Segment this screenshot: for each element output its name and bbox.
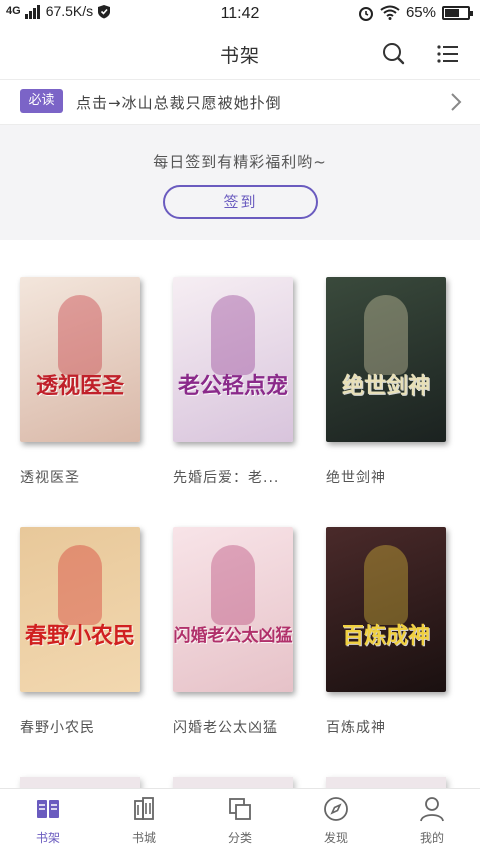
cover-figure <box>364 545 408 625</box>
signin-button[interactable]: 签到 <box>163 185 318 219</box>
book-cover-partial[interactable] <box>326 777 446 788</box>
bookshelf-icon <box>37 800 59 818</box>
bookshelf-grid: 透视医圣 透视医圣 老公轻点宠 先婚后爱：老... 绝世剑神 绝世剑神 春野小农民 春野小农民… <box>0 240 480 788</box>
signin-prompt: 每日签到有精彩福利哟~ <box>153 153 327 171</box>
cover-title: 百炼成神 <box>341 623 430 649</box>
tab-label: 发现 <box>323 831 348 845</box>
chevron-right-icon <box>451 93 462 111</box>
book-cover: 闪婚老公太凶猛 <box>173 527 293 692</box>
cover-figure <box>211 295 255 375</box>
book-cover-partial[interactable] <box>20 777 140 788</box>
book-cover: 绝世剑神 <box>326 277 446 442</box>
tab-discover[interactable]: 发现 <box>296 789 376 853</box>
book-title: 闪婚老公太凶猛 <box>173 720 278 736</box>
book-title: 百炼成神 <box>326 720 386 736</box>
bottom-tab-bar: 书架 书城 分类 发现 我的 <box>0 788 480 853</box>
cover-title: 老公轻点宠 <box>177 373 288 399</box>
notice-bar[interactable]: 必读 点击→冰山总裁只愿被她扑倒 <box>0 80 480 124</box>
cover-figure <box>211 545 255 625</box>
tab-label: 分类 <box>227 831 252 845</box>
book-title: 绝世剑神 <box>326 470 386 486</box>
alarm-icon <box>358 6 373 21</box>
signin-panel: 每日签到有精彩福利哟~ 签到 <box>0 124 480 240</box>
search-button[interactable] <box>380 40 408 68</box>
cover-title: 闪婚老公太凶猛 <box>173 626 293 646</box>
search-icon <box>383 43 405 65</box>
menu-button[interactable] <box>434 40 462 68</box>
tab-bookshelf[interactable]: 书架 <box>8 789 88 853</box>
status-bar: 4G 67.5K/s 11:42 65% <box>0 0 480 28</box>
book-cover: 春野小农民 <box>20 527 140 692</box>
cover-figure <box>58 295 102 375</box>
status-right: 65% <box>358 4 473 21</box>
list-menu-icon <box>437 45 458 63</box>
compass-icon <box>324 797 348 821</box>
bookstore-icon <box>134 797 154 820</box>
cover-title: 绝世剑神 <box>341 373 430 399</box>
book-cover-partial[interactable] <box>173 777 293 788</box>
category-icon <box>229 798 251 820</box>
battery-percent: 65% <box>405 4 436 21</box>
tab-label: 书架 <box>35 831 60 845</box>
book-title: 先婚后爱：老... <box>173 470 280 486</box>
book-title: 透视医圣 <box>20 470 80 486</box>
cover-title: 透视医圣 <box>35 373 124 399</box>
book-title: 春野小农民 <box>20 720 95 736</box>
tab-bookstore[interactable]: 书城 <box>104 789 184 853</box>
tab-profile[interactable]: 我的 <box>392 789 472 853</box>
book-cover: 百炼成神 <box>326 527 446 692</box>
profile-icon <box>420 797 444 822</box>
wifi-icon <box>380 5 400 20</box>
tab-category[interactable]: 分类 <box>200 789 280 853</box>
notice-text: 点击→冰山总裁只愿被她扑倒 <box>76 94 282 112</box>
tab-label: 我的 <box>419 831 444 845</box>
page-title: 书架 <box>219 45 260 67</box>
battery-icon <box>442 5 473 20</box>
tab-label: 书城 <box>131 831 156 845</box>
cover-figure <box>58 545 102 625</box>
app-header: 书架 <box>0 28 480 80</box>
book-cover: 透视医圣 <box>20 277 140 442</box>
cover-figure <box>364 295 408 375</box>
cover-title: 春野小农民 <box>24 623 135 649</box>
must-read-badge: 必读 <box>20 89 63 113</box>
book-cover: 老公轻点宠 <box>173 277 293 442</box>
